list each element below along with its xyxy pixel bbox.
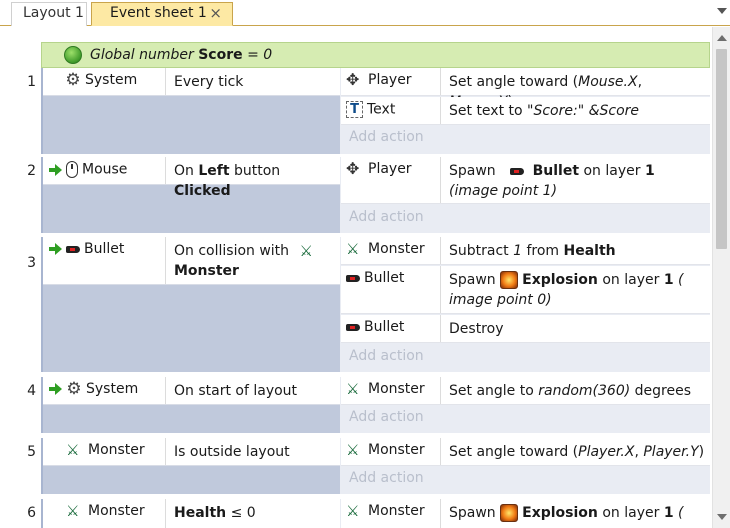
explosion-icon <box>500 271 519 289</box>
monster-icon: ⚔ <box>66 441 80 459</box>
action-text: Spawn Explosion on layer 1 (image point … <box>449 271 684 308</box>
event-number: 5 <box>27 444 36 460</box>
action-row[interactable]: Bullet Destroy <box>341 315 710 343</box>
add-action-link[interactable]: Add action <box>349 129 424 145</box>
event-sheet: Global number Score = 0 1 ⚙ System Every … <box>0 27 712 528</box>
condition-text: Is outside layout <box>174 444 290 460</box>
action-row[interactable]: ⚔ Monster Spawn Explosion on layer 1 ( <box>341 499 710 528</box>
event-number: 6 <box>27 505 36 521</box>
condition-row[interactable]: ⚙ System On start of layout <box>43 377 340 405</box>
trigger-arrow-icon <box>49 383 63 395</box>
action-row[interactable]: ✥ Player Spawn Bullet on layer 1 (image p… <box>341 157 710 204</box>
condition-row[interactable]: ⚔ Monster Is outside layout <box>43 438 340 466</box>
player-icon: ✥ <box>346 70 360 89</box>
trigger-arrow-icon <box>49 163 63 176</box>
monster-icon: ⚔ <box>346 380 360 398</box>
condition-row[interactable]: Mouse On Left button Clicked <box>43 157 340 199</box>
globe-icon <box>64 46 82 64</box>
event-number: 2 <box>27 163 36 179</box>
tab-label: Event sheet 1 <box>110 5 207 21</box>
action-text: Destroy <box>449 321 504 337</box>
tab-layout-1[interactable]: Layout 1 <box>11 2 87 26</box>
trigger-arrow-icon <box>49 243 63 255</box>
scroll-down-icon[interactable] <box>717 514 727 520</box>
add-action-link[interactable]: Add action <box>349 348 424 364</box>
global-variable-row[interactable]: Global number Score = 0 <box>41 42 710 68</box>
condition-object: ⚔ Monster <box>43 438 166 465</box>
monster-icon: ⚔ <box>346 441 360 459</box>
close-icon[interactable]: × <box>209 3 222 24</box>
add-action-link[interactable]: Add action <box>349 209 424 225</box>
action-object: ⚔ Monster <box>341 499 441 528</box>
condition-row[interactable]: ⚙ System Every tick <box>43 68 340 96</box>
condition-text: On collision with ⚔ Monster <box>174 241 336 281</box>
condition-row[interactable]: Bullet On collision with ⚔ Monster <box>43 237 340 285</box>
action-object: ⚔ Monster <box>341 438 441 465</box>
action-text: Set angle to random(360) degrees <box>449 383 692 399</box>
add-action-link[interactable]: Add action <box>349 470 424 486</box>
condition-object: ⚙ System <box>43 377 166 404</box>
action-row[interactable]: ⚔ Monster Subtract 1 from Health <box>341 237 710 265</box>
condition-object: ⚙ System <box>43 68 166 95</box>
event-number: 1 <box>27 74 36 90</box>
tab-dropdown-icon[interactable] <box>717 8 727 14</box>
monster-icon: ⚔ <box>346 240 360 258</box>
add-action-link[interactable]: Add action <box>349 409 424 425</box>
action-text: Spawn Bullet on layer 1 (image point 1) <box>449 163 655 199</box>
tab-bar: Layout 1 Event sheet 1 × <box>0 0 730 26</box>
action-object: T Text <box>341 97 441 124</box>
scroll-up-icon[interactable] <box>717 35 727 41</box>
condition-text: Health ≤ 0 <box>174 505 256 521</box>
global-var-prefix: Global number <box>90 47 194 63</box>
condition-object: Mouse <box>43 157 166 184</box>
action-object: ✥ Player <box>341 157 441 203</box>
condition-object: ⚔ Monster <box>43 499 166 528</box>
condition-text: On Left button Clicked <box>174 163 281 199</box>
bullet-icon <box>346 323 360 331</box>
event-number: 3 <box>27 255 36 271</box>
action-object: Bullet <box>341 266 441 313</box>
action-object: ✥ Player <box>341 68 441 95</box>
action-text: Set angle toward (Player.X, Player.Y) <box>449 444 705 460</box>
event-number: 4 <box>27 383 36 399</box>
tab-label: Layout 1 <box>23 5 84 21</box>
action-object: ⚔ Monster <box>341 237 441 264</box>
monster-icon: ⚔ <box>66 502 80 520</box>
bullet-icon <box>510 167 525 175</box>
action-row[interactable]: Bullet Spawn Explosion on layer 1 (image… <box>341 266 710 314</box>
action-row[interactable]: ⚔ Monster Set angle toward (Player.X, Pla… <box>341 438 710 466</box>
explosion-icon <box>500 504 519 522</box>
condition-row[interactable]: ⚔ Monster Health ≤ 0 <box>43 499 340 528</box>
global-var-value: = 0 <box>247 47 273 63</box>
condition-object: Bullet <box>43 237 166 284</box>
action-row[interactable]: T Text Set text to "Score:" &Score <box>341 97 710 125</box>
gear-icon: ⚙ <box>66 379 82 399</box>
scroll-thumb[interactable] <box>716 49 727 249</box>
action-text: Subtract 1 from Health <box>449 243 616 259</box>
gear-icon: ⚙ <box>65 70 81 90</box>
action-row[interactable]: ⚔ Monster Set angle to random(360) degree… <box>341 377 710 405</box>
action-row[interactable]: ✥Player Set angle toward (Mouse.X, Mouse… <box>341 68 710 110</box>
action-text: Set text to "Score:" &Score <box>449 103 640 119</box>
monster-icon: ⚔ <box>299 242 313 260</box>
action-object: Bullet <box>341 315 441 342</box>
global-var-name: Score <box>198 47 243 63</box>
player-icon: ✥ <box>346 159 360 178</box>
monster-icon: ⚔ <box>346 502 360 520</box>
condition-text: Every tick <box>174 74 244 90</box>
action-text: Spawn Explosion on layer 1 ( <box>449 504 684 522</box>
mouse-icon <box>66 161 78 178</box>
bullet-icon <box>346 274 360 282</box>
action-object: ⚔ Monster <box>341 377 441 404</box>
text-icon: T <box>346 101 363 118</box>
condition-text: On start of layout <box>174 383 298 399</box>
vertical-scrollbar[interactable] <box>712 27 730 528</box>
tab-event-sheet-1[interactable]: Event sheet 1 × <box>91 2 233 26</box>
bullet-icon <box>66 245 80 253</box>
